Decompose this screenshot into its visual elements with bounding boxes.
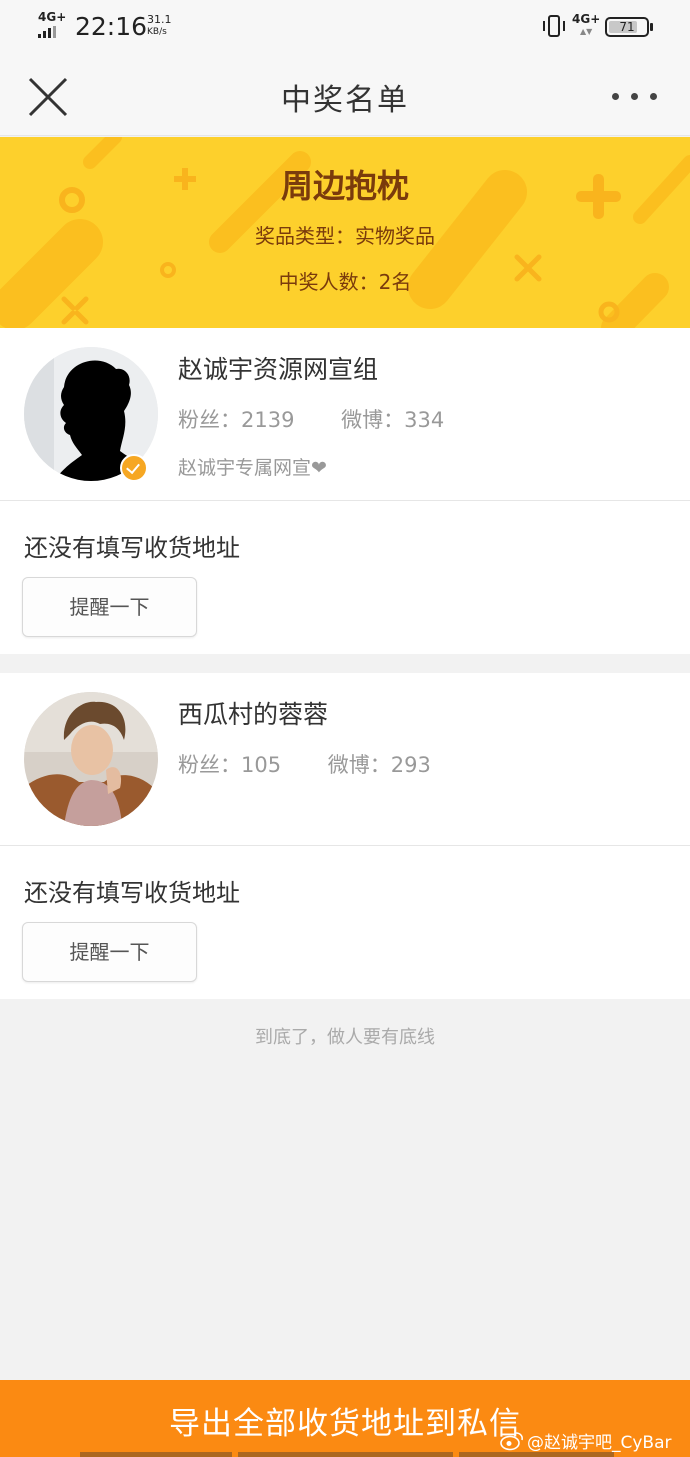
weibo-count: 微博：293 [327, 753, 431, 777]
winner-card[interactable]: 西瓜村的蓉蓉 粉丝：105 微博：293 [0, 673, 690, 845]
verified-badge-icon [120, 454, 148, 482]
battery-icon: 71 [605, 17, 653, 37]
winner-bio: 赵诚宇专属网宣❤ [178, 457, 327, 479]
prize-banner: 周边抱枕 奖品类型：实物奖品 中奖人数：2名 [0, 137, 690, 328]
network-type-right: 4G+ ▲▼ [572, 12, 601, 36]
vibrate-icon [543, 15, 565, 37]
winner-card[interactable]: 赵诚宇资源网宣组 粉丝：2139 微博：334 赵诚宇专属网宣❤ [0, 328, 690, 500]
battery-level: 71 [619, 20, 635, 34]
remind-button[interactable]: 提醒一下 [22, 922, 197, 982]
winner-count: 中奖人数：2名 [278, 270, 412, 294]
portrait-avatar-image [24, 692, 158, 826]
watermark-text: @赵诚宇吧_CyBar [527, 1433, 672, 1453]
address-section: 还没有填写收货地址 提醒一下 [0, 845, 690, 999]
fans-count: 粉丝：2139 [178, 408, 295, 432]
address-status: 还没有填写收货地址 [24, 534, 240, 562]
status-bar: 4G+ 22:16 31.1 KB/s 4G+ ▲▼ 71 [0, 0, 690, 56]
fans-count: 粉丝：105 [178, 753, 282, 777]
address-section: 还没有填写收货地址 提醒一下 [0, 500, 690, 654]
address-status: 还没有填写收货地址 [24, 879, 240, 907]
weibo-count: 微博：334 [341, 408, 445, 432]
network-speed: 31.1 KB/s [147, 13, 172, 37]
clock: 22:16 [75, 12, 148, 41]
nav-bar: 中奖名单 [0, 56, 690, 136]
network-type-left: 4G+ [38, 10, 67, 24]
remind-button[interactable]: 提醒一下 [22, 577, 197, 637]
winner-stats: 粉丝：105 微博：293 [178, 749, 471, 779]
watermark: @赵诚宇吧_CyBar [500, 1428, 672, 1453]
signal-icon: 4G+ [38, 10, 67, 38]
winner-name[interactable]: 赵诚宇资源网宣组 [178, 350, 378, 386]
end-of-list-tip: 到底了，做人要有底线 [255, 1027, 435, 1048]
data-arrows-icon: ▲▼ [580, 27, 593, 36]
page-title: 中奖名单 [281, 83, 409, 118]
winner-stats: 粉丝：2139 微博：334 [178, 404, 484, 434]
avatar[interactable] [24, 692, 158, 826]
more-icon[interactable] [612, 86, 664, 106]
prize-name: 周边抱枕 [280, 167, 409, 205]
prize-type: 奖品类型：实物奖品 [255, 224, 435, 248]
winner-name[interactable]: 西瓜村的蓉蓉 [178, 695, 328, 731]
weibo-logo-icon [500, 1431, 523, 1450]
